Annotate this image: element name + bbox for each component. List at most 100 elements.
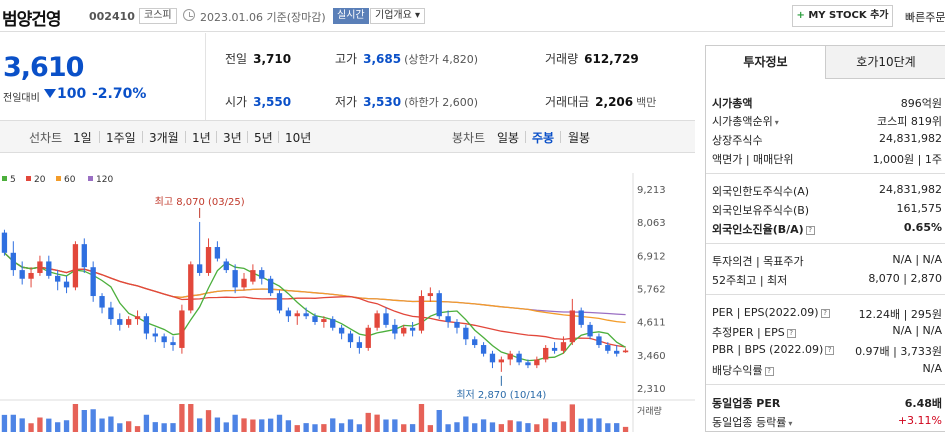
est-per-row: 추정PER | EPS? N/A | N/A [712,324,942,339]
tab-period-5y[interactable]: 5년 [254,129,273,146]
tab-period-1y[interactable]: 1년 [192,129,211,146]
help-icon[interactable]: ? [786,329,796,338]
tab-invest-info[interactable]: 투자정보 [706,46,826,79]
volume-bar [312,424,318,432]
market-cap-row: 시가총액 896억원 [712,97,942,110]
candle-body [614,350,620,354]
volume-bar [569,404,575,432]
candle-body [196,264,203,273]
industry-per-row: 동일업종 PER 6.48배 [712,397,942,410]
candle-body [605,345,611,351]
candle-body [383,313,389,325]
candle-body [569,310,575,343]
volume-bar [330,418,336,432]
ma60-line [3,252,626,324]
change-value: 100 [44,86,86,102]
tab-period-1d[interactable]: 1일 [73,129,92,146]
candle-body [374,313,380,328]
volume-bar [143,414,150,432]
candle-body [170,342,176,346]
candle-body [321,319,327,322]
pbr-row: PBR | BPS (2022.09)? 0.97배 | 3,733원 [712,343,942,358]
help-icon[interactable]: ? [805,226,815,235]
realtime-button[interactable]: 실시간 [333,8,369,24]
candle-body [507,353,513,360]
ma5-line [3,252,626,362]
candle-body [63,281,70,288]
volume: 거래량 612,729 [545,52,639,66]
candle-body [560,342,567,351]
candle-body [489,353,496,363]
candle-body [445,316,451,322]
candle-body [205,247,212,273]
volume-bar [374,414,380,432]
tab-candle-monthly[interactable]: 월봉 [568,129,590,146]
candle-body [356,342,363,348]
industry-rate-row: 동일업종 등락률 ▾ +3.11% [712,414,942,429]
help-icon[interactable]: ? [820,309,830,318]
candle-body [81,244,87,268]
volume-bar [250,419,256,432]
tab-orderbook[interactable]: 호가10단계 [826,46,945,79]
tab-period-1w[interactable]: 1주일 [106,129,136,146]
candle-body [152,333,158,337]
help-icon[interactable]: ? [764,367,774,376]
candle-body [126,319,132,325]
candle-body [99,296,105,308]
tab-period-3m[interactable]: 3개월 [149,129,179,146]
volume-bar [179,404,185,432]
volume-bar [383,419,389,432]
volume-bar [232,414,238,432]
tab-candle-daily[interactable]: 일봉 [497,129,519,146]
quote-date: 2023.01.06 기준(장마감) [200,11,326,24]
opinion-row: 투자의견 | 목표주가 N/A | N/A [712,253,942,268]
stock-code: 002410 [89,10,135,23]
volume-bar [214,417,221,432]
market-badge: 코스피 [139,8,177,24]
y-tick-label: 6,912 [637,251,666,262]
volume-bar [525,423,531,432]
candle-body [28,272,34,279]
candle-body [463,327,469,340]
volume-bar [276,414,283,432]
volume-bar [489,422,496,432]
candle-body [143,316,150,334]
candle-body [418,296,425,331]
candle-body [480,345,487,354]
shares-row: 상장주식수 24,831,982 [712,132,942,147]
tab-candle-weekly[interactable]: 주봉 [532,129,554,146]
candlestick-chart[interactable]: 9,213 8,063 6,912 5,762 4,611 3,460 2,310 최고 8,… [0,153,695,432]
volume-bar [463,416,469,432]
volume-bar [161,423,167,432]
volume-bar [259,419,265,432]
divider [185,131,186,143]
candle-body [117,319,123,325]
divider [205,33,206,120]
help-icon[interactable]: ? [825,346,835,355]
tab-period-10y[interactable]: 10년 [285,129,311,146]
add-my-stock-button[interactable]: + MY STOCK 추가 [792,5,893,27]
chevron-down-icon[interactable]: ▾ [788,419,792,428]
tab-period-3y[interactable]: 3년 [223,129,242,146]
open-price: 시가 3,550 [225,95,292,109]
y-tick-label: 2,310 [637,384,666,395]
volume-bar [436,410,442,432]
foreign-limit-row: 외국인한도주식수(A) 24,831,982 [712,183,942,198]
divider [142,131,143,143]
divider [706,294,945,295]
chevron-down-icon[interactable]: ▾ [775,118,779,127]
volume-bar [587,418,593,432]
y-tick-label: 4,611 [637,318,666,329]
candle-body [259,270,265,279]
plus-icon: + [796,10,805,21]
candle-body [392,324,398,334]
volume-bar [134,426,141,432]
candle-body [596,336,602,346]
trade-value: 거래대금 2,206 백만 [545,95,657,109]
candle-body [454,321,460,328]
candle-body [10,252,16,271]
volume-bar [338,423,345,432]
volume-bar [196,418,203,432]
quick-order-link[interactable]: 빠른주문 [905,9,945,25]
company-info-dropdown[interactable]: 기업개요 ▾ [370,8,426,24]
